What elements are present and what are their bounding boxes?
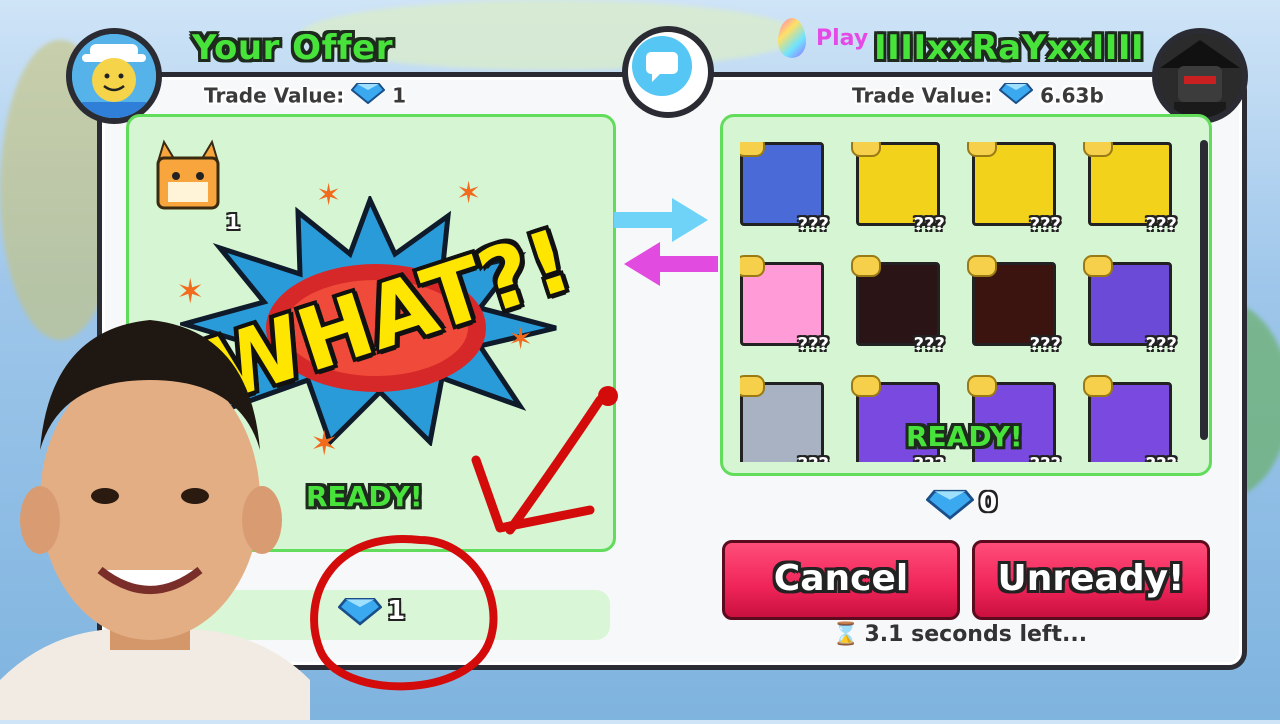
pet-slot-label: ??? xyxy=(797,334,829,355)
gold-star-badge-icon xyxy=(1083,142,1113,157)
partner-trade-value: Trade Value: 6.63b xyxy=(852,82,1104,109)
star-icon: ✶ xyxy=(176,272,205,312)
partner-pet-slot[interactable]: ??? xyxy=(851,255,945,355)
your-avatar xyxy=(66,28,162,124)
chat-button[interactable] xyxy=(622,26,714,118)
top-banner: Play xyxy=(770,18,880,58)
banner-text: Play xyxy=(816,26,869,51)
presenter-photo xyxy=(0,320,310,720)
star-icon: ✶ xyxy=(316,178,342,213)
partner-pet-slot[interactable]: ??? xyxy=(967,142,1061,235)
partner-trade-value-label: Trade Value: xyxy=(852,83,993,108)
partner-pet-slot[interactable]: ??? xyxy=(740,142,829,235)
star-icon: ✶ xyxy=(310,424,339,464)
your-diamond-display: 1 xyxy=(337,596,406,630)
partner-pet-slot[interactable]: ??? xyxy=(1083,142,1177,235)
pet-slot-label: ??? xyxy=(797,214,829,235)
timer-text: 3.1 seconds left... xyxy=(864,622,1088,647)
gold-star-badge-icon xyxy=(851,142,881,157)
gold-star-badge-icon xyxy=(851,375,881,397)
partner-avatar xyxy=(1152,28,1248,124)
pet-slot-label: ??? xyxy=(798,454,829,462)
diamond-icon xyxy=(350,83,386,109)
partner-pet-slot[interactable]: ??? xyxy=(1083,375,1177,462)
star-icon: ✶ xyxy=(456,176,482,211)
your-ready-label: READY! xyxy=(306,480,423,513)
partner-ready-label: READY! xyxy=(906,420,1023,453)
partner-pet-slot[interactable]: ??? xyxy=(851,142,945,235)
gold-star-badge-icon xyxy=(740,142,765,157)
partner-pet-slot[interactable]: ??? xyxy=(740,255,829,355)
gold-star-badge-icon xyxy=(851,255,881,277)
gold-star-badge-icon xyxy=(1083,375,1113,397)
pet-slot-label: ??? xyxy=(1029,334,1061,355)
trade-value-number: 1 xyxy=(392,83,407,108)
your-diamond-amount: 1 xyxy=(387,596,406,626)
pet-slot-label: ??? xyxy=(1029,214,1061,235)
rainbow-drop-icon xyxy=(778,18,806,58)
pet-slot-label: ??? xyxy=(1145,214,1177,235)
scrollbar[interactable] xyxy=(1200,140,1208,440)
partner-diamond-amount: 0 xyxy=(979,488,998,518)
diamond-icon xyxy=(337,598,383,630)
pet-slot-label: ??? xyxy=(913,214,945,235)
your-offer-title: Your Offer xyxy=(192,28,393,68)
cancel-button[interactable]: Cancel xyxy=(722,540,960,620)
gold-star-badge-icon xyxy=(967,255,997,277)
partner-pet-slot[interactable]: ??? xyxy=(1083,255,1177,355)
partner-pet-slot[interactable]: ??? xyxy=(740,375,829,462)
hourglass-icon: ⌛ xyxy=(832,622,860,647)
arrow-left-icon xyxy=(622,240,718,292)
unready-button[interactable]: Unready! xyxy=(972,540,1210,620)
partner-diamond-display: 0 xyxy=(925,488,998,524)
trade-value-label: Trade Value: xyxy=(204,83,345,108)
partner-grid: ???????????????????????????????????? xyxy=(740,142,1190,462)
your-trade-value: Trade Value: 1 xyxy=(204,82,406,109)
partner-pet-slot[interactable]: ??? xyxy=(967,255,1061,355)
gold-star-badge-icon xyxy=(967,375,997,397)
gold-star-badge-icon xyxy=(967,142,997,157)
gold-star-badge-icon xyxy=(740,255,765,277)
pet-slot-label: ??? xyxy=(914,454,945,462)
pet-slot-label: ??? xyxy=(913,334,945,355)
partner-name: IIIIxxRaYxxIIII xyxy=(874,28,1145,68)
star-icon: ✶ xyxy=(508,322,534,357)
diamond-icon xyxy=(925,489,975,524)
chat-icon xyxy=(632,36,692,96)
pet-slot-label: ??? xyxy=(1145,334,1177,355)
pet-slot-label: ??? xyxy=(1030,454,1061,462)
gold-star-badge-icon xyxy=(1083,255,1113,277)
gold-star-badge-icon xyxy=(740,375,765,397)
partner-trade-value-number: 6.63b xyxy=(1040,83,1104,108)
pet-slot-label: ??? xyxy=(1146,454,1177,462)
diamond-icon xyxy=(998,83,1034,109)
timer: ⌛ 3.1 seconds left... xyxy=(832,622,1087,647)
